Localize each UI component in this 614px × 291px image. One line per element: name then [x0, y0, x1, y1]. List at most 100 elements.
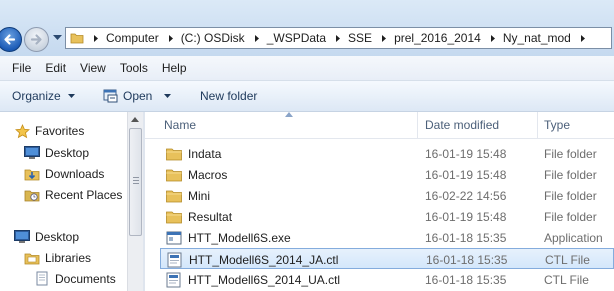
- chevron-right-icon[interactable]: [249, 28, 265, 48]
- menu-file[interactable]: File: [0, 61, 38, 75]
- file-date-modified: 16-01-18 15:35: [425, 230, 507, 245]
- open-button[interactable]: Open: [103, 81, 172, 111]
- libraries-icon: [24, 250, 40, 266]
- file-date-modified: 16-01-19 15:48: [425, 167, 507, 182]
- breadcrumb-item[interactable]: prel_2016_2014: [376, 28, 485, 48]
- file-name: Mini: [188, 188, 211, 203]
- file-name: HTT_Modell6S_2014_UA.ctl: [188, 272, 341, 287]
- file-name: Indata: [188, 146, 222, 161]
- chevron-down-icon[interactable]: [164, 94, 172, 98]
- menu-tools[interactable]: Tools: [113, 61, 155, 75]
- chevron-right-icon[interactable]: [575, 28, 591, 48]
- new-folder-button[interactable]: New folder: [200, 81, 257, 111]
- nav-downloads[interactable]: Downloads: [24, 164, 104, 184]
- nav-desktop-label: Desktop: [45, 146, 90, 160]
- breadcrumb-item[interactable]: _WSPData: [249, 28, 330, 48]
- recent-pages-dropdown-icon[interactable]: [53, 35, 62, 41]
- file-name-cell: Mini: [166, 185, 210, 206]
- file-date-modified: 16-01-18 15:35: [426, 252, 508, 267]
- breadcrumb-label: SSE: [348, 31, 373, 45]
- scroll-up-icon[interactable]: [131, 117, 139, 122]
- nav-libraries-label: Libraries: [45, 251, 92, 265]
- open-label: Open: [123, 89, 153, 103]
- scrollbar-thumb[interactable]: [129, 128, 142, 236]
- file-row[interactable]: Mini 16-02-22 14:56 File folder: [160, 185, 614, 206]
- column-type[interactable]: Type: [544, 112, 570, 138]
- address-bar[interactable]: Computer (C:) OSDisk _WSPData SSE prel_2016_…: [65, 27, 612, 49]
- breadcrumb-item[interactable]: SSE: [330, 28, 376, 48]
- file-name-cell: HTT_Modell6S_2014_JA.ctl: [167, 249, 338, 270]
- file-type: CTL File: [544, 272, 589, 287]
- file-name-cell: Macros: [166, 164, 227, 185]
- breadcrumb-label: _WSPData: [266, 31, 327, 45]
- chevron-right-icon[interactable]: [376, 28, 392, 48]
- file-type: CTL File: [545, 252, 590, 267]
- chevron-right-icon[interactable]: [88, 28, 104, 48]
- nav-recent-places-label: Recent Places: [45, 188, 123, 202]
- chevron-right-icon[interactable]: [485, 28, 501, 48]
- breadcrumb-item[interactable]: (C:) OSDisk: [163, 28, 249, 48]
- breadcrumb-label: Computer: [106, 31, 159, 45]
- back-arrow-icon: [4, 34, 16, 45]
- file-name-cell: HTT_Modell6S_2014_UA.ctl: [166, 269, 340, 290]
- back-button[interactable]: [0, 27, 22, 52]
- downloads-folder-icon: [24, 166, 40, 182]
- breadcrumb-label: (C:) OSDisk: [180, 31, 245, 45]
- file-list: Name Date modified Type Indata 16-01-19 1…: [145, 112, 614, 291]
- command-bar: Organize Open New folder: [0, 81, 614, 112]
- chevron-right-icon[interactable]: [163, 28, 179, 48]
- breadcrumb-item[interactable]: Ny_nat_mod: [485, 28, 575, 48]
- file-name: Resultat: [188, 209, 233, 224]
- organize-button[interactable]: Organize: [12, 81, 75, 111]
- file-row[interactable]: Resultat 16-01-19 15:48 File folder: [160, 206, 614, 227]
- organize-label: Organize: [12, 89, 61, 103]
- file-date-modified: 16-01-19 15:48: [425, 146, 507, 161]
- chevron-right-icon[interactable]: [330, 28, 346, 48]
- file-type: File folder: [544, 167, 597, 182]
- recent-places-icon: [24, 187, 40, 203]
- column-date-modified[interactable]: Date modified: [425, 112, 499, 138]
- file-name-cell: HTT_Modell6S.exe: [166, 227, 291, 248]
- file-name-cell: Indata: [166, 143, 221, 164]
- file-row[interactable]: Macros 16-01-19 15:48 File folder: [160, 164, 614, 185]
- breadcrumb-item[interactable]: Computer: [88, 28, 163, 48]
- nav-documents[interactable]: Documents: [34, 269, 116, 289]
- nav-documents-label: Documents: [55, 272, 116, 286]
- nav-favorites-label: Favorites: [35, 124, 85, 138]
- open-app-icon: [103, 89, 118, 103]
- file-date-modified: 16-02-22 14:56: [425, 188, 507, 203]
- menu-edit[interactable]: Edit: [38, 61, 73, 75]
- folder-icon: [166, 146, 182, 162]
- address-area: Computer (C:) OSDisk _WSPData SSE prel_2016_…: [0, 0, 614, 56]
- navigation-scrollbar[interactable]: [127, 112, 143, 291]
- nav-recent-places[interactable]: Recent Places: [24, 185, 122, 205]
- nav-desktop[interactable]: Desktop: [24, 143, 89, 163]
- nav-desktop-root[interactable]: Desktop: [14, 227, 79, 247]
- ctl-file-icon: [166, 272, 182, 288]
- menu-view[interactable]: View: [73, 61, 113, 75]
- ctl-file-icon: [167, 252, 183, 268]
- desktop-icon: [24, 145, 40, 161]
- folder-icon: [166, 167, 182, 183]
- column-name[interactable]: Name: [164, 112, 196, 138]
- forward-button[interactable]: [24, 27, 49, 52]
- documents-icon: [34, 271, 50, 287]
- file-row[interactable]: HTT_Modell6S.exe 16-01-18 15:35 Applicatio…: [160, 227, 614, 248]
- file-name: HTT_Modell6S_2014_JA.ctl: [189, 252, 339, 267]
- file-row[interactable]: HTT_Modell6S_2014_JA.ctl 16-01-18 15:35 CT…: [160, 248, 614, 269]
- navigation-pane: Favorites Desktop Downloads Recent Place…: [0, 112, 143, 291]
- file-row[interactable]: HTT_Modell6S_2014_UA.ctl 16-01-18 15:35 CT…: [160, 269, 614, 290]
- nav-downloads-label: Downloads: [45, 167, 105, 181]
- folder-icon: [70, 33, 84, 44]
- file-row[interactable]: Indata 16-01-19 15:48 File folder: [160, 143, 614, 164]
- breadcrumb-label: Ny_nat_mod: [502, 31, 571, 45]
- nav-favorites[interactable]: Favorites: [14, 121, 84, 141]
- application-icon: [166, 230, 182, 246]
- menu-help[interactable]: Help: [155, 61, 194, 75]
- file-date-modified: 16-01-19 15:48: [425, 209, 507, 224]
- column-header: Name Date modified Type: [145, 112, 614, 139]
- file-type: File folder: [544, 188, 597, 203]
- file-name: Macros: [188, 167, 228, 182]
- nav-libraries[interactable]: Libraries: [24, 248, 91, 268]
- sort-ascending-icon: [285, 112, 293, 117]
